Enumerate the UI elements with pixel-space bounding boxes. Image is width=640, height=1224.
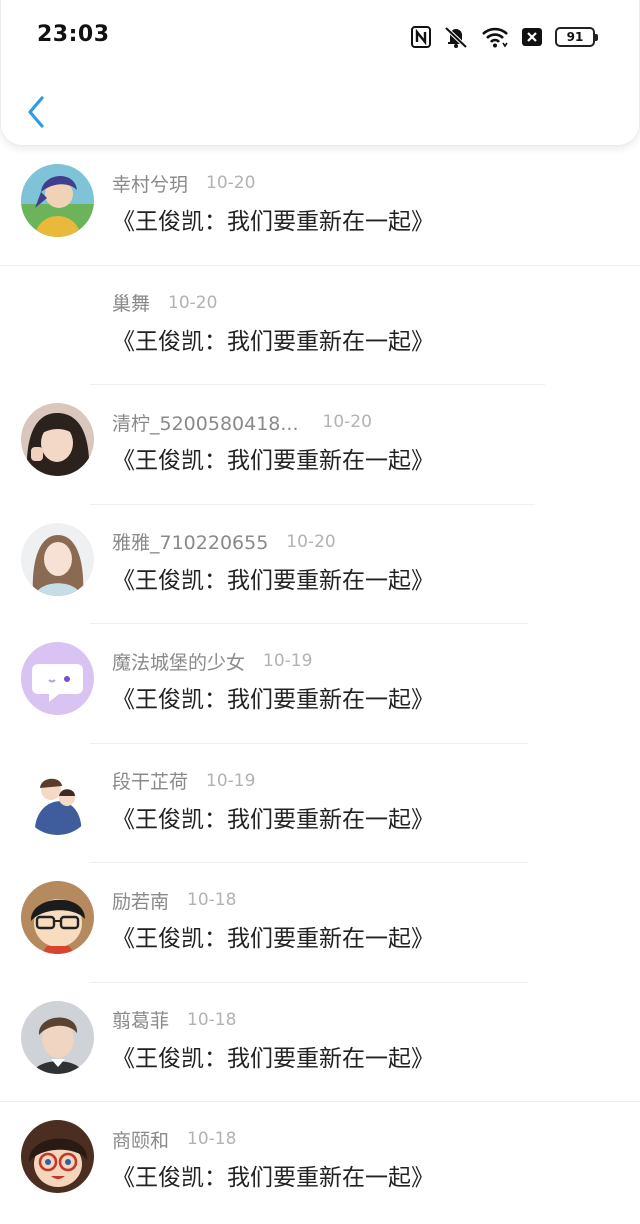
wifi-icon	[481, 26, 509, 48]
message-date: 10-18	[187, 1129, 237, 1149]
message-list: 幸村兮玥 10-20 《王俊凯：我们要重新在一起》 巢舞 10-20 《王俊凯：…	[0, 146, 640, 1222]
item-meta: 魔法城堡的少女 10-19	[112, 648, 312, 674]
list-item[interactable]: 雅雅_710220655 10-20 《王俊凯：我们要重新在一起》	[0, 505, 640, 624]
item-meta: 商颐和 10-18	[112, 1126, 236, 1152]
message-text: 《王俊凯：我们要重新在一起》	[112, 328, 434, 355]
message-date: 10-18	[187, 890, 237, 910]
list-item[interactable]: 巢舞 10-20 《王俊凯：我们要重新在一起》	[0, 266, 640, 385]
message-date: 10-19	[206, 770, 256, 791]
list-item[interactable]: 清柠_5200580418... 10-20 《王俊凯：我们要重新在一起》	[0, 385, 640, 505]
item-meta: 雅雅_710220655 10-20	[112, 529, 336, 555]
list-item[interactable]: 翦葛菲 10-18 《王俊凯：我们要重新在一起》	[0, 983, 640, 1102]
status-icons: 91	[411, 24, 598, 50]
user-name: 巢舞	[112, 293, 151, 315]
avatar[interactable]	[21, 1000, 94, 1074]
item-meta: 幸村兮玥 10-20	[112, 170, 255, 196]
user-name: 段干芷荷	[112, 771, 189, 793]
user-name: 魔法城堡的少女	[112, 651, 246, 674]
nfc-icon	[411, 26, 431, 48]
message-text: 《王俊凯：我们要重新在一起》	[112, 567, 434, 594]
message-text: 《王俊凯：我们要重新在一起》	[112, 806, 434, 833]
close-box-icon	[521, 26, 543, 48]
item-meta: 翦葛菲 10-18	[112, 1007, 236, 1033]
message-date: 10-19	[263, 651, 313, 671]
message-date: 10-20	[206, 173, 256, 193]
avatar[interactable]	[21, 881, 94, 954]
back-button[interactable]	[21, 92, 51, 132]
avatar[interactable]	[21, 522, 94, 596]
user-name: 清柠_5200580418...	[112, 412, 299, 435]
battery-level: 91	[555, 27, 598, 47]
item-meta: 励若南 10-18	[112, 887, 236, 913]
message-text: 《王俊凯：我们要重新在一起》	[112, 209, 434, 235]
list-item[interactable]: 幸村兮玥 10-20 《王俊凯：我们要重新在一起》	[0, 146, 640, 266]
item-meta: 段干芷荷 10-19	[112, 768, 255, 794]
message-date: 10-20	[286, 531, 336, 552]
avatar[interactable]	[21, 642, 94, 715]
message-text: 《王俊凯：我们要重新在一起》	[112, 926, 434, 952]
user-name: 励若南	[112, 890, 170, 913]
status-bar: 23:03 91	[1, 0, 640, 74]
message-text: 《王俊凯：我们要重新在一起》	[112, 687, 434, 713]
user-name: 幸村兮玥	[112, 173, 189, 196]
item-meta: 巢舞 10-20	[112, 290, 217, 316]
list-item[interactable]: 段干芷荷 10-19 《王俊凯：我们要重新在一起》	[0, 744, 640, 863]
message-text: 《王俊凯：我们要重新在一起》	[112, 448, 434, 474]
message-date: 10-20	[168, 292, 218, 313]
message-date: 10-20	[322, 412, 372, 432]
avatar[interactable]	[21, 164, 94, 237]
top-header: 23:03 91	[0, 0, 640, 146]
chevron-left-icon	[28, 96, 44, 128]
status-time: 23:03	[37, 22, 110, 47]
user-name: 翦葛菲	[112, 1010, 170, 1032]
list-item[interactable]: 励若南 10-18 《王俊凯：我们要重新在一起》	[0, 863, 640, 983]
user-name: 商颐和	[112, 1129, 170, 1152]
avatar[interactable]	[21, 1120, 94, 1193]
avatar[interactable]	[21, 761, 94, 835]
list-item[interactable]: 魔法城堡的少女 10-19 《王俊凯：我们要重新在一起》	[0, 624, 640, 744]
list-item[interactable]: 商颐和 10-18 《王俊凯：我们要重新在一起》	[0, 1102, 640, 1222]
message-text: 《王俊凯：我们要重新在一起》	[112, 1045, 434, 1072]
mute-bell-icon	[443, 25, 469, 49]
battery-icon: 91	[555, 27, 598, 47]
message-text: 《王俊凯：我们要重新在一起》	[112, 1165, 434, 1191]
user-name: 雅雅_710220655	[112, 532, 269, 554]
message-date: 10-18	[187, 1009, 237, 1030]
avatar[interactable]	[21, 403, 94, 476]
item-meta: 清柠_5200580418... 10-20	[112, 409, 372, 435]
